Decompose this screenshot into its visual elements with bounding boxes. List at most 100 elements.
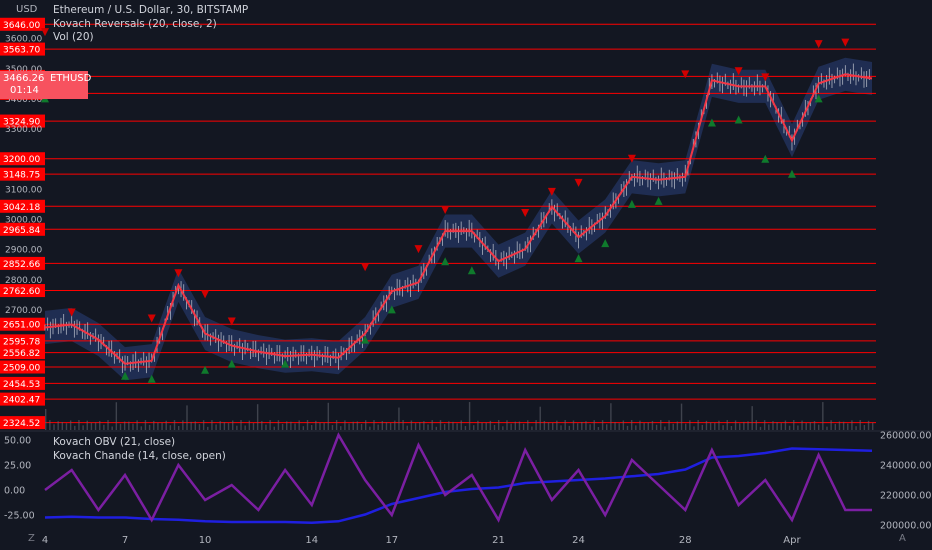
volume-bar [539, 406, 541, 430]
chande-tick-label: -25.00 [4, 511, 35, 522]
volume-bar [165, 420, 167, 430]
volume-bar [94, 422, 97, 430]
bearish-arrow-icon [574, 178, 583, 187]
volume-bar [74, 425, 76, 430]
volume-bar [398, 407, 400, 430]
volume-bar [394, 420, 396, 430]
level-label: 2556.82 [3, 349, 40, 359]
volume-bar [157, 422, 159, 430]
volume-bar [755, 420, 758, 430]
volume-bar [660, 420, 662, 430]
indicator-kovach-reversals[interactable]: Kovach Reversals (20, close, 2) [53, 18, 217, 30]
x-tick-label: 10 [199, 535, 212, 546]
volume-bar [763, 420, 766, 430]
volume-bar [680, 403, 683, 430]
volume-bar [381, 421, 384, 430]
bullish-arrow-icon [734, 115, 743, 124]
volume-bar [581, 421, 583, 430]
volume-bar [435, 426, 438, 430]
volume-bar [119, 423, 122, 430]
volume-bar [597, 426, 600, 430]
volume-bar [252, 422, 255, 430]
x-tick-label: 28 [679, 535, 692, 546]
level-label: 2595.78 [3, 337, 40, 347]
volume-bar [194, 421, 197, 430]
bullish-arrow-icon [654, 196, 663, 205]
volume-bar [227, 423, 230, 430]
volume-bar [801, 420, 803, 430]
volume-bar [90, 422, 93, 430]
volume-bar [527, 420, 529, 430]
volume-bar [215, 424, 217, 430]
volume-bar [822, 402, 824, 430]
volume-bar [248, 420, 251, 430]
volume-bar [872, 422, 874, 430]
volume-bar [468, 402, 471, 430]
volume-bar [797, 425, 799, 430]
bearish-arrow-icon [441, 205, 450, 214]
volume-bar [202, 420, 205, 430]
volume-bar [747, 421, 749, 430]
volume-bar [585, 421, 587, 430]
volume-bar [414, 423, 417, 430]
volume-bar [705, 420, 708, 430]
obv-tick-label: 260000.00 [880, 431, 931, 442]
bullish-arrow-icon [707, 118, 716, 127]
level-label: 2965.84 [3, 226, 40, 236]
volume-bar [630, 420, 633, 430]
bullish-arrow-icon [601, 239, 610, 248]
volume-bar [319, 422, 321, 430]
volume-bar [863, 425, 866, 430]
volume-bar [310, 425, 313, 430]
chart-canvas[interactable]: 3646.003563.703473.003416.793324.903200.… [0, 0, 932, 550]
current-price: 3466.26 [3, 73, 45, 84]
volume-bar [684, 423, 687, 430]
volume-bar [456, 423, 458, 430]
volume-bar [560, 425, 562, 430]
volume-bar [564, 420, 566, 430]
volume-bar [207, 426, 209, 430]
volume-bar [693, 426, 695, 430]
auto-scale-button[interactable]: A [899, 533, 906, 544]
volume-bar [57, 421, 59, 430]
volume-bar [867, 420, 870, 430]
timezone-button[interactable]: Z [28, 533, 35, 544]
volume-bar [140, 426, 142, 430]
volume-bar [211, 420, 213, 430]
volume-bar [331, 425, 334, 430]
volume-bar [614, 421, 616, 430]
volume-bar [273, 426, 275, 430]
volume-bar [701, 424, 704, 430]
volume-bar [277, 420, 280, 430]
bearish-arrow-icon [147, 314, 156, 323]
volume-bar [477, 420, 479, 430]
chart-title: Ethereum / U.S. Dollar, 30, BITSTAMP [53, 4, 249, 16]
volume-bar [768, 424, 770, 430]
volume-bar [419, 422, 421, 430]
indicator-kovach-obv[interactable]: Kovach OBV (21, close) [53, 436, 175, 448]
chande-tick-label: 0.00 [4, 486, 25, 497]
level-label: 2454.53 [3, 380, 40, 390]
volume-bar [256, 404, 259, 430]
volume-bar [618, 423, 620, 430]
indicator-volume[interactable]: Vol (20) [53, 31, 94, 43]
level-label: 2324.52 [3, 419, 40, 429]
volume-bar [385, 422, 388, 430]
volume-bar [651, 420, 654, 430]
volume-bar [776, 422, 778, 430]
volume-bar [610, 403, 612, 430]
bullish-arrow-icon [574, 254, 583, 263]
volume-bar [173, 420, 176, 430]
level-label: 2762.60 [3, 287, 40, 297]
volume-bar [772, 421, 774, 430]
indicator-kovach-chande[interactable]: Kovach Chande (14, close, open) [53, 450, 226, 462]
volume-bar [643, 422, 645, 430]
ticker-symbol: ETHUSD [50, 73, 92, 84]
volume-bar [69, 420, 72, 430]
volume-bar [439, 420, 442, 430]
bearish-arrow-icon [414, 245, 423, 254]
volume-bar [82, 425, 84, 430]
volume-bar [647, 422, 649, 430]
bearish-arrow-icon [814, 40, 823, 49]
reversal-band [45, 57, 872, 381]
